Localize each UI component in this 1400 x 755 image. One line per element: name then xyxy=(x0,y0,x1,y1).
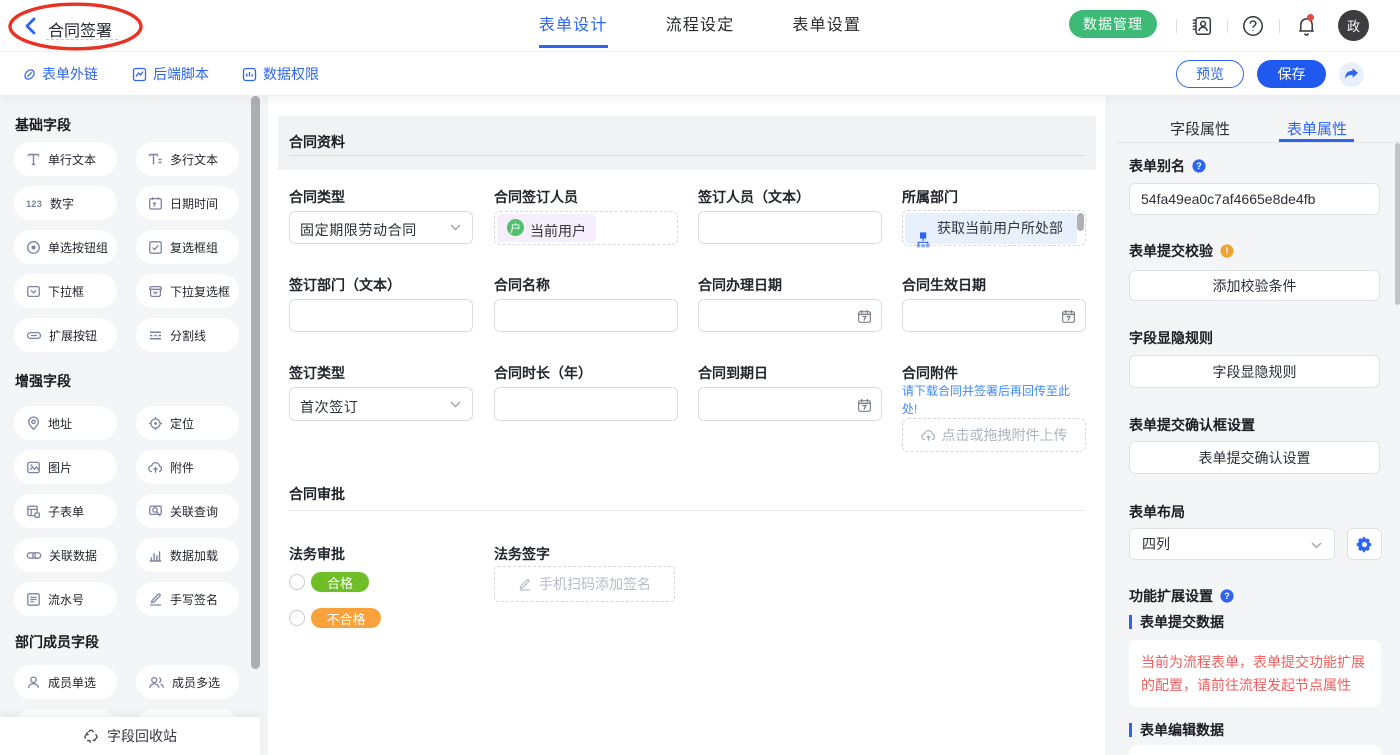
svg-text:123: 123 xyxy=(26,199,42,209)
svg-text:!: ! xyxy=(1225,246,1228,257)
svg-text:?: ? xyxy=(1224,591,1230,601)
svg-text:?: ? xyxy=(1196,161,1202,171)
